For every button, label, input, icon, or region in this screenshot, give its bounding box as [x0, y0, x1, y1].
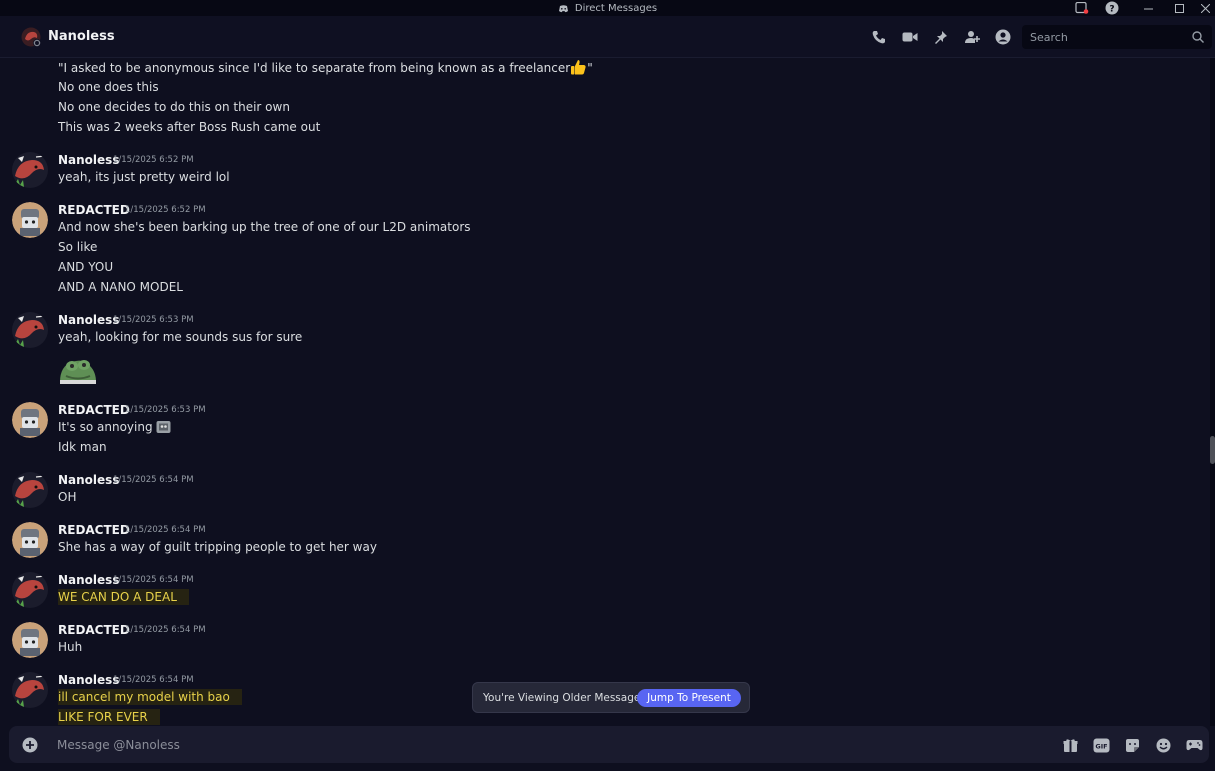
gift-icon[interactable]: [1059, 735, 1081, 755]
thumbs-up-emoji-icon: [570, 59, 587, 79]
message-timestamp: 1/15/2025 6:53 PM: [113, 315, 194, 325]
jump-to-present-button[interactable]: Jump To Present: [637, 689, 741, 707]
search-icon: [1192, 31, 1204, 43]
gif-icon[interactable]: GIF: [1090, 735, 1112, 755]
message-timestamp: 1/15/2025 6:52 PM: [125, 205, 206, 215]
message-author[interactable]: Nanoless: [58, 312, 119, 328]
message-timestamp: 1/15/2025 6:53 PM: [125, 405, 206, 415]
message-line: "I asked to be anonymous since I'd like …: [58, 59, 593, 75]
message-line: This was 2 weeks after Boss Rush came ou…: [58, 120, 321, 134]
nanoless-avatar[interactable]: [12, 572, 48, 608]
pinned-messages-icon[interactable]: [930, 26, 952, 48]
minimize-button[interactable]: [1133, 0, 1164, 16]
message-line: AND YOU: [58, 260, 114, 274]
window-title: Direct Messages: [558, 3, 657, 14]
message-input[interactable]: [57, 735, 957, 755]
message-timestamp: 1/15/2025 6:52 PM: [113, 155, 194, 165]
message-author[interactable]: REDACTED: [58, 202, 130, 218]
message-line: LIKE FOR EVER: [58, 709, 160, 725]
message-scrollbar[interactable]: [1210, 58, 1215, 726]
message-author[interactable]: REDACTED: [58, 622, 130, 638]
message-line: It's so annoying: [58, 419, 171, 435]
redacted-avatar[interactable]: [12, 522, 48, 558]
voice-call-icon[interactable]: [868, 26, 890, 48]
highlighted-text: ill cancel my model with bao: [58, 689, 242, 705]
message-line: WE CAN DO A DEAL: [58, 589, 189, 605]
message-timestamp: 1/15/2025 6:54 PM: [113, 475, 194, 485]
message-line: AND A NANO MODEL: [58, 280, 183, 294]
message-author[interactable]: REDACTED: [58, 402, 130, 418]
highlighted-text: LIKE FOR EVER: [58, 709, 160, 725]
message-timestamp: 1/15/2025 6:54 PM: [125, 525, 206, 535]
scrollbar-thumb[interactable]: [1210, 436, 1215, 464]
older-messages-bar: You're Viewing Older Messages Jump To Pr…: [472, 682, 750, 713]
nanoless-avatar[interactable]: [12, 472, 48, 508]
close-button[interactable]: [1195, 0, 1215, 16]
upload-plus-icon[interactable]: [22, 737, 38, 753]
svg-text:GIF: GIF: [1095, 742, 1107, 750]
nanoless-avatar[interactable]: [12, 152, 48, 188]
message-author[interactable]: Nanoless: [58, 152, 119, 168]
video-call-icon[interactable]: [899, 26, 921, 48]
message-line: yeah, looking for me sounds sus for sure: [58, 330, 303, 344]
message-line: Huh: [58, 640, 83, 654]
older-messages-text: You're Viewing Older Messages: [483, 691, 646, 704]
discord-logo-icon: [558, 4, 568, 12]
add-friends-to-dm-icon[interactable]: [961, 26, 983, 48]
inbox-icon[interactable]: [1071, 0, 1093, 16]
user-profile-icon[interactable]: [992, 26, 1014, 48]
redacted-avatar[interactable]: [12, 622, 48, 658]
sticker-icon[interactable]: [1121, 735, 1143, 755]
nanoless-avatar[interactable]: [12, 312, 48, 348]
message-author[interactable]: Nanoless: [58, 472, 119, 488]
message-line: No one decides to do this on their own: [58, 100, 290, 114]
help-icon[interactable]: ?: [1101, 0, 1123, 16]
search-input[interactable]: Search: [1022, 25, 1212, 49]
nanoless-avatar[interactable]: [12, 672, 48, 708]
message-composer: GIF: [9, 726, 1209, 763]
activities-gamepad-icon[interactable]: [1183, 735, 1205, 755]
message-line: Idk man: [58, 440, 107, 454]
message-line: yeah, its just pretty weird lol: [58, 170, 230, 184]
search-placeholder: Search: [1030, 30, 1068, 44]
message-timestamp: 1/15/2025 6:54 PM: [113, 575, 194, 585]
emoji-icon[interactable]: [1152, 735, 1174, 755]
channel-header: Nanoless Search: [0, 16, 1215, 58]
redacted-avatar[interactable]: [12, 402, 48, 438]
message-timestamp: 1/15/2025 6:54 PM: [113, 675, 194, 685]
message-author[interactable]: Nanoless: [58, 672, 119, 688]
message-line: She has a way of guilt tripping people t…: [58, 540, 377, 554]
redacted-avatar[interactable]: [12, 202, 48, 238]
window-titlebar: Direct Messages ?: [0, 0, 1215, 16]
frog-sticker-icon[interactable]: [58, 356, 98, 386]
svg-text:?: ?: [1109, 5, 1114, 15]
header-avatar[interactable]: [21, 27, 42, 48]
message-author[interactable]: REDACTED: [58, 522, 130, 538]
custom-emoji-icon: [156, 420, 171, 438]
message-line: ill cancel my model with bao: [58, 689, 242, 705]
message-line: So like: [58, 240, 98, 254]
message-timestamp: 1/15/2025 6:54 PM: [125, 625, 206, 635]
window-title-text: Direct Messages: [574, 2, 658, 14]
message-line: And now she's been barking up the tree o…: [58, 220, 471, 234]
message-line: No one does this: [58, 80, 159, 94]
header-username: Nanoless: [48, 29, 115, 44]
message-line: OH: [58, 490, 77, 504]
maximize-button[interactable]: [1164, 0, 1195, 16]
message-list[interactable]: "I asked to be anonymous since I'd like …: [0, 58, 1210, 726]
highlighted-text: WE CAN DO A DEAL: [58, 589, 189, 605]
message-author[interactable]: Nanoless: [58, 572, 119, 588]
